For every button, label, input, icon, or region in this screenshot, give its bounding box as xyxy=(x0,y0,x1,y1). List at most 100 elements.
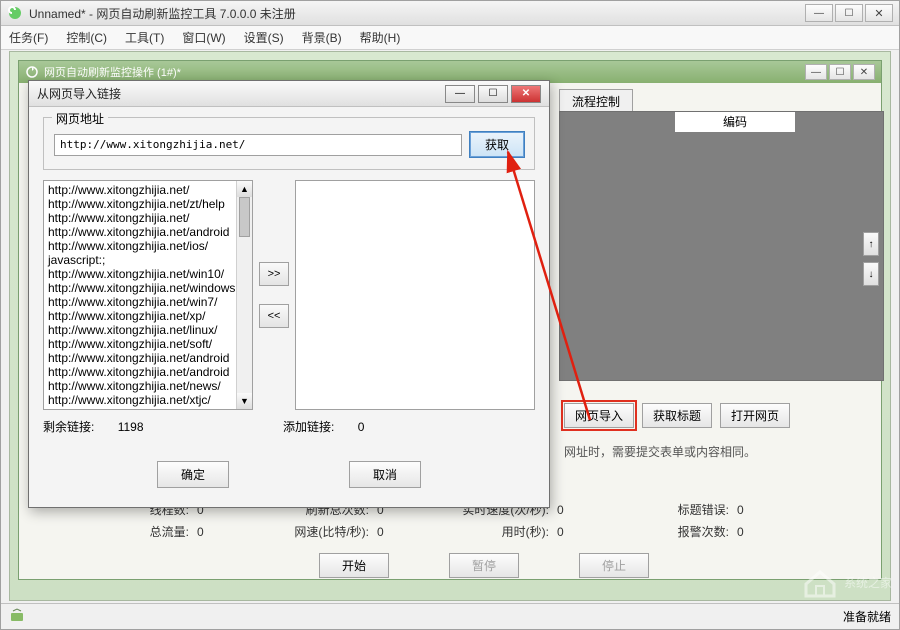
scroll-down-icon[interactable]: ▼ xyxy=(237,393,252,409)
source-links-listbox[interactable]: http://www.xitongzhijia.net/http://www.x… xyxy=(43,180,253,410)
transfer-buttons: >> << xyxy=(259,262,289,328)
child-title: 网页自动刷新监控操作 (1#)* xyxy=(44,64,805,80)
list-item[interactable]: http://www.xitongzhijia.net/xp/ xyxy=(48,309,248,323)
list-item[interactable]: http://www.xitongzhijia.net/android xyxy=(48,365,248,379)
stat-time-label: 用时(秒): xyxy=(459,523,549,540)
list-item[interactable]: http://www.xitongzhijia.net/windows xyxy=(48,281,248,295)
pause-button[interactable]: 暂停 xyxy=(449,553,519,578)
add-label: 添加链接: xyxy=(283,420,334,434)
list-item[interactable]: http://www.xitongzhijia.net/xtjc/ xyxy=(48,407,248,410)
dialog-titlebar[interactable]: 从网页导入链接 — ☐ ✕ xyxy=(29,81,549,107)
stat-netspeed-label: 网速(比特/秒): xyxy=(279,523,369,540)
list-item[interactable]: http://www.xitongzhijia.net/ xyxy=(48,211,248,225)
list-item[interactable]: javascript:; xyxy=(48,253,248,267)
menubar: 任务(F) 控制(C) 工具(T) 窗口(W) 设置(S) 背景(B) 帮助(H… xyxy=(1,26,899,50)
control-buttons: 开始 暂停 停止 xyxy=(319,553,649,578)
close-button[interactable]: ✕ xyxy=(865,4,893,22)
target-links-listbox[interactable] xyxy=(295,180,535,410)
tab-row: 流程控制 xyxy=(559,89,633,111)
dialog-minimize-button[interactable]: — xyxy=(445,85,475,103)
maximize-button[interactable]: ☐ xyxy=(835,4,863,22)
list-item[interactable]: http://www.xitongzhijia.net/linux/ xyxy=(48,323,248,337)
dialog-title: 从网页导入链接 xyxy=(37,85,445,102)
stat-netspeed-val: 0 xyxy=(377,525,384,539)
url-input[interactable] xyxy=(54,134,462,156)
preview-panel: 编码 ↑ ↓ xyxy=(559,111,884,381)
list-item[interactable]: http://www.xitongzhijia.net/news/ xyxy=(48,379,248,393)
list-item[interactable]: http://www.xitongzhijia.net/android xyxy=(48,351,248,365)
main-titlebar: Unnamed* - 网页自动刷新监控工具 7.0.0.0 未注册 — ☐ ✕ xyxy=(1,1,899,26)
lists-row: http://www.xitongzhijia.net/http://www.x… xyxy=(43,180,535,410)
menu-tools[interactable]: 工具(T) xyxy=(125,29,164,46)
stat-traffic-label: 总流量: xyxy=(99,523,189,540)
counts-row: 剩余链接: 1198 添加链接: 0 xyxy=(43,418,535,435)
stat-alarm-label: 报警次数: xyxy=(639,523,729,540)
list-item[interactable]: http://www.xitongzhijia.net/ios/ xyxy=(48,239,248,253)
stat-time-val: 0 xyxy=(557,525,564,539)
refresh-icon xyxy=(25,65,39,79)
listbox-scrollbar[interactable]: ▲ ▼ xyxy=(236,181,252,409)
status-icon xyxy=(9,607,25,626)
menu-background[interactable]: 背景(B) xyxy=(302,29,342,46)
menu-window[interactable]: 窗口(W) xyxy=(182,29,225,46)
minimize-button[interactable]: — xyxy=(805,4,833,22)
remain-count: 1198 xyxy=(118,420,144,434)
encoding-header: 编码 xyxy=(675,112,795,132)
menu-control[interactable]: 控制(C) xyxy=(66,29,107,46)
fetch-button[interactable]: 获取 xyxy=(470,132,524,157)
url-group: 网页地址 获取 xyxy=(43,117,535,170)
main-window-buttons: — ☐ ✕ xyxy=(805,4,893,22)
stop-button[interactable]: 停止 xyxy=(579,553,649,578)
import-links-dialog: 从网页导入链接 — ☐ ✕ 网页地址 获取 http://www.xitongz… xyxy=(28,80,550,508)
move-right-button[interactable]: >> xyxy=(259,262,289,286)
dialog-close-button[interactable]: ✕ xyxy=(511,85,541,103)
main-title: Unnamed* - 网页自动刷新监控工具 7.0.0.0 未注册 xyxy=(29,5,805,22)
dialog-window-buttons: — ☐ ✕ xyxy=(445,85,541,103)
hint-text: 网址时，需要提交表单或内容相同。 xyxy=(564,443,756,460)
get-title-button[interactable]: 获取标题 xyxy=(642,403,712,428)
statusbar: 准备就绪 xyxy=(1,603,899,629)
status-text: 准备就绪 xyxy=(843,608,891,625)
menu-help[interactable]: 帮助(H) xyxy=(360,29,401,46)
open-web-button[interactable]: 打开网页 xyxy=(720,403,790,428)
scroll-up-icon[interactable]: ▲ xyxy=(237,181,252,197)
stat-alarm-val: 0 xyxy=(737,525,744,539)
action-buttons: 网页导入 获取标题 打开网页 xyxy=(564,403,790,428)
menu-task[interactable]: 任务(F) xyxy=(9,29,48,46)
dialog-maximize-button[interactable]: ☐ xyxy=(478,85,508,103)
scroll-thumb[interactable] xyxy=(239,197,250,237)
list-item[interactable]: http://www.xitongzhijia.net/ xyxy=(48,183,248,197)
list-item[interactable]: http://www.xitongzhijia.net/win10/ xyxy=(48,267,248,281)
child-maximize-button[interactable]: ☐ xyxy=(829,64,851,80)
stat-title-error-label: 标题错误: xyxy=(639,501,729,518)
list-item[interactable]: http://www.xitongzhijia.net/android xyxy=(48,225,248,239)
move-left-button[interactable]: << xyxy=(259,304,289,328)
child-window-buttons: — ☐ ✕ xyxy=(805,64,875,80)
scroll-up-button[interactable]: ↑ xyxy=(863,232,879,256)
list-item[interactable]: http://www.xitongzhijia.net/soft/ xyxy=(48,337,248,351)
dialog-body: 网页地址 获取 http://www.xitongzhijia.net/http… xyxy=(29,107,549,498)
stat-title-error-val: 0 xyxy=(737,503,744,517)
dialog-buttons: 确定 取消 xyxy=(43,461,535,488)
app-icon xyxy=(7,5,23,21)
list-item[interactable]: http://www.xitongzhijia.net/win7/ xyxy=(48,295,248,309)
remain-label: 剩余链接: xyxy=(43,420,94,434)
stat-traffic-val: 0 xyxy=(197,525,204,539)
stats-row-2: 总流量: 0 网速(比特/秒): 0 用时(秒): 0 报警次数: 0 xyxy=(99,523,819,543)
list-item[interactable]: http://www.xitongzhijia.net/xtjc/ xyxy=(48,393,248,407)
list-item[interactable]: http://www.xitongzhijia.net/zt/help xyxy=(48,197,248,211)
tab-flow-control[interactable]: 流程控制 xyxy=(559,89,633,111)
url-group-label: 网页地址 xyxy=(52,110,108,127)
web-import-button[interactable]: 网页导入 xyxy=(564,403,634,428)
add-count: 0 xyxy=(358,420,365,434)
start-button[interactable]: 开始 xyxy=(319,553,389,578)
child-close-button[interactable]: ✕ xyxy=(853,64,875,80)
watermark: 系统之家 xyxy=(802,564,892,600)
watermark-text: 系统之家 xyxy=(844,574,892,591)
ok-button[interactable]: 确定 xyxy=(157,461,229,488)
scroll-down-button[interactable]: ↓ xyxy=(863,262,879,286)
child-minimize-button[interactable]: — xyxy=(805,64,827,80)
menu-settings[interactable]: 设置(S) xyxy=(244,29,284,46)
stat-speed-val: 0 xyxy=(557,503,564,517)
cancel-button[interactable]: 取消 xyxy=(349,461,421,488)
